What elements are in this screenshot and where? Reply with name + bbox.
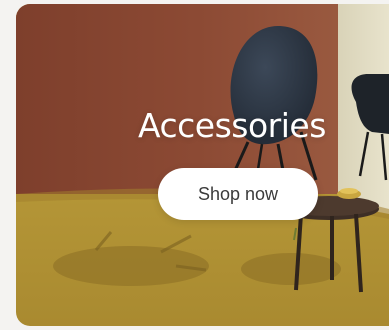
accessories-promo-card[interactable]: Accessories Shop now (16, 4, 389, 326)
page: Accessories Shop now (0, 0, 389, 330)
shop-now-button[interactable]: Shop now (158, 168, 318, 220)
card-title: Accessories (138, 106, 326, 145)
promo-photo (16, 4, 389, 326)
